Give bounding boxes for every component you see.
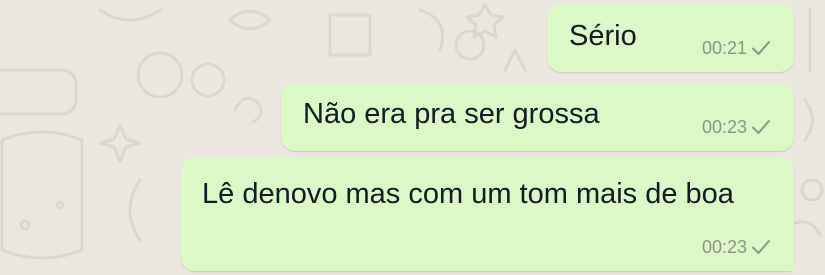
message-text: Não era pra ser grossa [303, 98, 600, 130]
outgoing-message-bubble[interactable]: Lê denovo mas com um tom mais de boa 00:… [181, 157, 804, 271]
message-meta: 00:23 [702, 237, 772, 257]
message-meta: 00:21 [702, 38, 772, 58]
message-time: 00:23 [701, 237, 747, 257]
message-text: Sério [569, 20, 637, 52]
message-time: 00:21 [701, 38, 747, 58]
bubble-tail [782, 253, 804, 271]
message-time: 00:23 [701, 117, 747, 137]
single-check-icon [752, 120, 770, 134]
outgoing-message-bubble[interactable]: Sério 00:21 [547, 3, 794, 72]
message-meta: 00:23 [702, 117, 772, 137]
single-check-icon [752, 41, 770, 55]
single-check-icon [752, 240, 770, 254]
outgoing-message-bubble[interactable]: Não era pra ser grossa 00:23 [281, 83, 794, 151]
message-text: Lê denovo mas com um tom mais de boa [202, 178, 734, 210]
